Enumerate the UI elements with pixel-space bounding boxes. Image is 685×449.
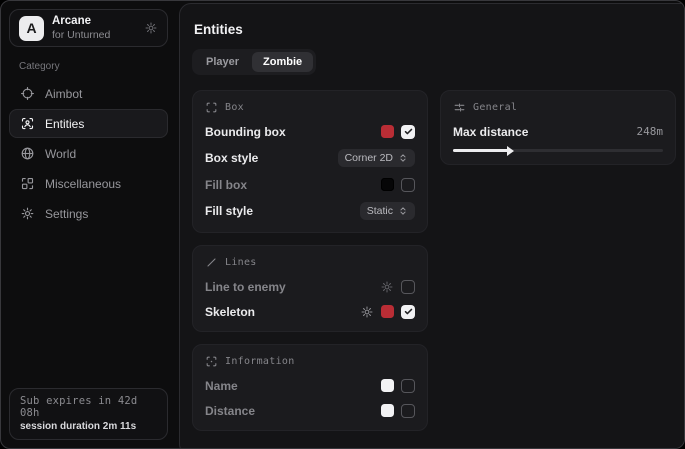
sidebar-item-settings[interactable]: Settings (9, 199, 168, 228)
box-card: Box Bounding box Box style (192, 90, 428, 233)
setting-label: Box style (205, 151, 258, 165)
setting-label: Distance (205, 404, 255, 418)
card-title: Box (225, 102, 244, 113)
tab-player[interactable]: Player (195, 52, 250, 72)
crosshair-icon (20, 86, 35, 101)
setting-row-name: Name (205, 378, 415, 393)
slider-fill (453, 149, 510, 152)
gear-icon[interactable] (380, 280, 394, 294)
sidebar-item-label: Settings (45, 207, 88, 221)
scan-person-icon (20, 116, 35, 131)
chevrons-up-down-icon (398, 206, 408, 216)
setting-label: Bounding box (205, 125, 286, 139)
color-swatch[interactable] (381, 178, 394, 191)
sidebar-item-aimbot[interactable]: Aimbot (9, 79, 168, 108)
setting-label: Name (205, 379, 238, 393)
checkbox-unchecked[interactable] (401, 280, 415, 294)
sidebar-item-world[interactable]: World (9, 139, 168, 168)
setting-row-fill-style: Fill style Static (205, 202, 415, 220)
sidebar-item-label: Entities (45, 117, 84, 131)
globe-icon (20, 146, 35, 161)
setting-row-skeleton: Skeleton (205, 304, 415, 319)
setting-row-max-distance: Max distance 248m (453, 124, 663, 139)
setting-label: Skeleton (205, 305, 255, 319)
setting-label: Max distance (453, 125, 528, 139)
sidebar-nav: Aimbot Entities World (9, 79, 168, 228)
app-window: A Arcane for Unturned Category A (0, 0, 685, 449)
entity-tabs: Player Zombie (192, 49, 316, 75)
sidebar-item-label: Miscellaneous (45, 177, 121, 191)
max-distance-value: 248m (637, 125, 664, 138)
sidebar-item-label: Aimbot (45, 87, 82, 101)
blocks-icon (20, 176, 35, 191)
select-value: Static (367, 205, 393, 217)
gear-icon[interactable] (144, 21, 158, 35)
card-title: Information (225, 356, 295, 367)
select-value: Corner 2D (345, 152, 393, 164)
brand-card: A Arcane for Unturned (9, 9, 168, 47)
scan-dot-icon (205, 355, 218, 368)
setting-row-bounding-box: Bounding box (205, 124, 415, 139)
tab-zombie[interactable]: Zombie (252, 52, 313, 72)
subscription-info-card: Sub expires in 42d 08h session duration … (9, 388, 168, 440)
diagonal-line-icon (205, 256, 218, 269)
information-card: Information Name Distance (192, 344, 428, 431)
checkbox-unchecked[interactable] (401, 404, 415, 418)
box-style-select[interactable]: Corner 2D (338, 149, 415, 167)
color-swatch[interactable] (381, 404, 394, 417)
setting-row-distance: Distance (205, 403, 415, 418)
session-duration-text: session duration 2m 11s (20, 421, 157, 432)
app-subtitle: for Unturned (52, 29, 110, 41)
app-logo: A (19, 16, 44, 41)
color-swatch[interactable] (381, 305, 394, 318)
main-panel: Entities Player Zombie Box (179, 3, 685, 449)
setting-label: Fill style (205, 204, 253, 218)
setting-row-box-style: Box style Corner 2D (205, 149, 415, 167)
sidebar-item-entities[interactable]: Entities (9, 109, 168, 138)
color-swatch[interactable] (381, 379, 394, 392)
category-label: Category (19, 61, 158, 72)
sliders-icon (453, 101, 466, 114)
gear-icon[interactable] (360, 305, 374, 319)
checkbox-checked[interactable] (401, 305, 415, 319)
checkbox-unchecked[interactable] (401, 379, 415, 393)
checkbox-checked[interactable] (401, 125, 415, 139)
setting-row-line-to-enemy: Line to enemy (205, 279, 415, 294)
lines-card: Lines Line to enemy (192, 245, 428, 332)
card-title: Lines (225, 257, 257, 268)
checkbox-unchecked[interactable] (401, 178, 415, 192)
card-title: General (473, 102, 517, 113)
chevrons-up-down-icon (398, 153, 408, 163)
sidebar-item-label: World (45, 147, 76, 161)
gear-icon (20, 206, 35, 221)
sidebar: A Arcane for Unturned Category A (1, 1, 176, 448)
app-title: Arcane (52, 15, 110, 28)
setting-row-fill-box: Fill box (205, 177, 415, 192)
setting-label: Fill box (205, 178, 247, 192)
max-distance-slider[interactable] (453, 149, 663, 152)
sub-expires-text: Sub expires in 42d 08h (20, 395, 157, 419)
general-card: General Max distance 248m (440, 90, 676, 165)
scan-corners-icon (205, 101, 218, 114)
slider-thumb[interactable] (507, 146, 514, 156)
color-swatch[interactable] (381, 125, 394, 138)
page-title: Entities (194, 22, 679, 37)
fill-style-select[interactable]: Static (360, 202, 415, 220)
sidebar-item-miscellaneous[interactable]: Miscellaneous (9, 169, 168, 198)
setting-label: Line to enemy (205, 280, 286, 294)
